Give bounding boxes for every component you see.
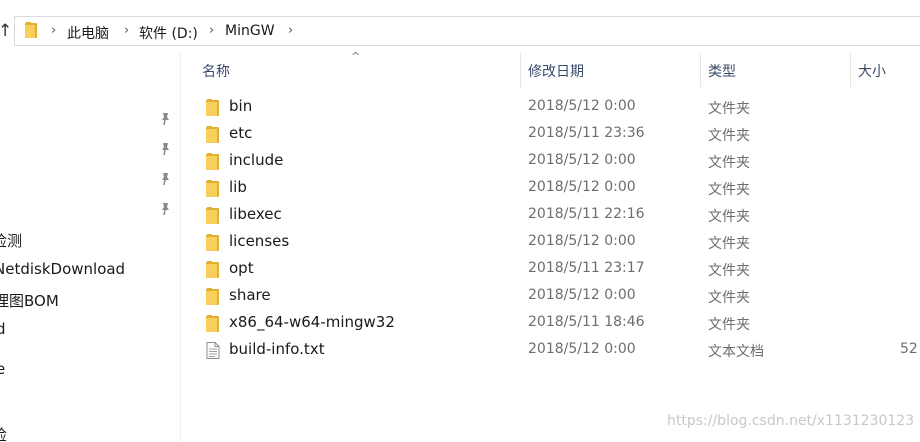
file-type: 文件夹 [708,236,750,252]
file-row[interactable]: bin 2018/5/12 0:00 文件夹 [200,94,920,121]
sort-ascending-icon: ^ [351,50,361,63]
folder-icon [206,288,219,305]
file-row[interactable]: licenses 2018/5/12 0:00 文件夹 [200,229,920,256]
folder-icon [206,207,219,224]
file-type: 文件夹 [708,155,750,171]
column-divider[interactable] [700,53,701,87]
file-row[interactable]: etc 2018/5/11 23:36 文件夹 [200,121,920,148]
file-type: 文件夹 [708,101,750,117]
file-name[interactable]: x86_64-w64-mingw32 [229,313,395,331]
file-date: 2018/5/11 18:46 [528,314,645,330]
file-date: 2018/5/12 0:00 [528,233,636,249]
file-name[interactable]: licenses [229,232,289,250]
column-divider[interactable] [850,53,851,87]
folder-icon [206,261,219,278]
up-arrow-icon[interactable]: ↑ [0,23,12,40]
pin-icon[interactable] [158,112,172,126]
file-date: 2018/5/12 0:00 [528,287,636,303]
file-row[interactable]: build-info.txt 2018/5/12 0:00 文本文档 52 [200,337,920,364]
file-name[interactable]: bin [229,97,252,115]
chevron-right-icon[interactable]: › [209,23,214,38]
folder-icon [206,126,219,143]
watermark: https://blog.csdn.net/x1131230123 [667,413,915,429]
column-header-date[interactable]: 修改日期 [528,61,584,81]
chevron-right-icon[interactable]: › [124,23,129,38]
folder-icon [25,22,37,38]
file-type: 文件夹 [708,263,750,279]
breadcrumb-this-pc[interactable]: 此电脑 [67,23,109,43]
file-name[interactable]: etc [229,124,252,142]
column-header-type[interactable]: 类型 [708,61,736,81]
file-date: 2018/5/11 22:16 [528,206,645,222]
folder-icon [206,234,219,251]
file-date: 2018/5/12 0:00 [528,152,636,168]
file-type: 文本文档 [708,344,764,360]
pin-icon[interactable] [158,202,172,216]
column-header-name[interactable]: 名称 [202,61,230,81]
file-type: 文件夹 [708,317,750,333]
file-type: 文件夹 [708,290,750,306]
file-type: 文件夹 [708,209,750,225]
pin-icon[interactable] [158,142,172,156]
window-top-strip [0,0,920,12]
text-file-icon [206,342,220,359]
file-name[interactable]: libexec [229,205,282,223]
navigation-pane: 检测 NetdiskDownload 理图BOM d e 检 [0,52,181,442]
folder-icon [206,315,219,332]
nav-item[interactable]: e [0,360,5,378]
file-name[interactable]: share [229,286,271,304]
file-size: 52 [900,341,918,357]
file-name[interactable]: build-info.txt [229,340,325,358]
address-bar[interactable]: › 此电脑 › 软件 (D:) › MinGW › [14,16,920,46]
file-type: 文件夹 [708,182,750,198]
navigation-pane-clip: 检测 NetdiskDownload 理图BOM d e 检 [0,52,180,442]
chevron-right-icon[interactable]: › [288,23,293,38]
file-row[interactable]: lib 2018/5/12 0:00 文件夹 [200,175,920,202]
nav-item[interactable]: 检 [0,424,7,442]
file-row[interactable]: share 2018/5/12 0:00 文件夹 [200,283,920,310]
file-date: 2018/5/12 0:00 [528,98,636,114]
folder-icon [206,99,219,116]
file-date: 2018/5/11 23:17 [528,260,645,276]
file-row[interactable]: opt 2018/5/11 23:17 文件夹 [200,256,920,283]
pin-icon[interactable] [158,172,172,186]
file-row[interactable]: libexec 2018/5/11 22:16 文件夹 [200,202,920,229]
file-date: 2018/5/11 23:36 [528,125,645,141]
file-date: 2018/5/12 0:00 [528,179,636,195]
nav-item[interactable]: 理图BOM [0,290,59,311]
breadcrumb-drive-d[interactable]: 软件 (D:) [139,23,198,43]
column-header-size[interactable]: 大小 [858,61,886,81]
breadcrumb-mingw[interactable]: MinGW [225,23,275,39]
nav-item[interactable]: NetdiskDownload [0,260,125,278]
column-divider[interactable] [520,53,521,87]
file-date: 2018/5/12 0:00 [528,341,636,357]
file-row[interactable]: include 2018/5/12 0:00 文件夹 [200,148,920,175]
file-type: 文件夹 [708,128,750,144]
file-name[interactable]: opt [229,259,254,277]
file-name[interactable]: include [229,151,283,169]
chevron-right-icon[interactable]: › [51,23,56,38]
address-bar-area: ↑ › 此电脑 › 软件 (D:) › MinGW › [0,12,920,50]
file-name[interactable]: lib [229,178,247,196]
folder-icon [206,180,219,197]
file-row[interactable]: x86_64-w64-mingw32 2018/5/11 18:46 文件夹 [200,310,920,337]
folder-icon [206,153,219,170]
nav-item[interactable]: d [0,320,6,338]
nav-item[interactable]: 检测 [0,230,22,251]
